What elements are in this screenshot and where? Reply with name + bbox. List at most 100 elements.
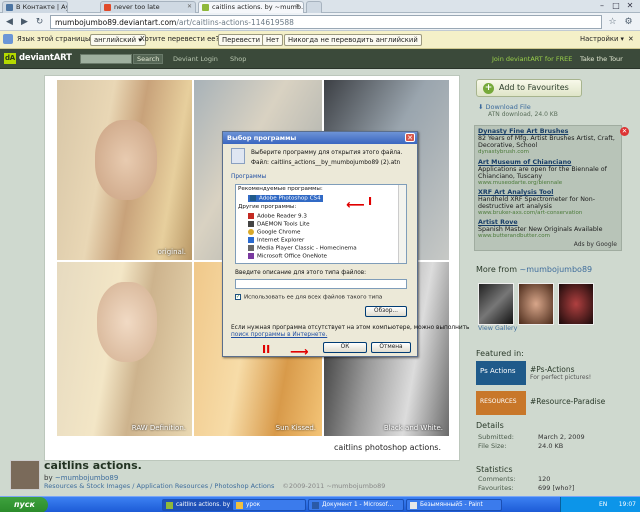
- gallery-thumb[interactable]: [558, 283, 594, 325]
- deviant-login-link[interactable]: Deviant Login: [173, 55, 218, 63]
- search-input[interactable]: [80, 54, 132, 64]
- caption-raw: RAW Definition.: [131, 424, 186, 432]
- author-link[interactable]: ~mumbojumbo89: [55, 474, 119, 482]
- by-label: by: [44, 474, 53, 482]
- file-name: caitlins_actions__by_mumbojumbo89 (2).at…: [271, 160, 401, 166]
- dialog-title: Выбор программы: [223, 132, 417, 144]
- add-to-favourites-button[interactable]: + Add to Favourites: [476, 79, 582, 97]
- lang-label: Язык этой страницы: [17, 35, 91, 43]
- program-internet-explorer[interactable]: Internet Explorer: [248, 237, 304, 244]
- more-from-user-link[interactable]: ~mumbojumbo89: [520, 265, 593, 274]
- tab-caitlins-actions[interactable]: caitlins actions. by ~mumb… ✕: [198, 1, 304, 13]
- language-value: английский: [94, 36, 137, 44]
- close-infobar-icon[interactable]: ✕: [628, 34, 634, 46]
- settings-menu[interactable]: Настройки ▾: [580, 34, 624, 46]
- more-from-label: More from: [476, 265, 517, 274]
- category-path[interactable]: Resources & Stock Images / Application R…: [44, 482, 274, 490]
- gallery-thumb[interactable]: [518, 283, 554, 325]
- deviantart-header: dA deviantART Search Deviant Login Shop J…: [0, 49, 640, 69]
- ok-button[interactable]: ОК: [323, 342, 367, 353]
- always-use-label: Использовать ее для всех файлов такого т…: [244, 294, 383, 301]
- program-daemon-tools[interactable]: DAEMON Tools Lite: [248, 221, 310, 228]
- avatar[interactable]: [10, 460, 40, 490]
- program-mpc[interactable]: Media Player Classic - Homecinema: [248, 245, 357, 252]
- detail-value: 24.0 KB: [538, 442, 564, 450]
- clock[interactable]: 19:07: [619, 501, 636, 508]
- tab-never-too-late[interactable]: never too late ✕: [100, 1, 196, 13]
- browse-button[interactable]: Обзор...: [365, 306, 407, 317]
- program-adobe-reader[interactable]: Adobe Reader 9.3: [248, 213, 307, 220]
- never-translate-button[interactable]: Никогда не переводить английский: [284, 34, 422, 46]
- program-photoshop[interactable]: Adobe Photoshop CS4: [248, 195, 323, 202]
- take-tour-link[interactable]: Take the Tour: [580, 55, 623, 63]
- wrench-icon[interactable]: ⚙: [622, 16, 635, 28]
- minimize-window-icon[interactable]: –: [596, 1, 608, 11]
- close-tab-icon[interactable]: ✕: [187, 3, 192, 10]
- taskbar-item-word[interactable]: Документ 1 - Microsof…: [308, 499, 404, 511]
- ad-title[interactable]: Art Museum of Chianciano: [478, 159, 620, 166]
- caption-original: original.: [157, 248, 186, 256]
- detail-key: File Size:: [478, 442, 507, 450]
- ad-title[interactable]: Dynasty Fine Art Brushes: [478, 128, 620, 135]
- ad-url: www.bruker-axs.com/art-conservation: [478, 210, 583, 216]
- description-input[interactable]: [235, 279, 407, 289]
- close-ads-icon[interactable]: ✕: [620, 127, 629, 136]
- back-arrow-icon[interactable]: ◀: [3, 16, 16, 28]
- photo-raw: RAW Definition.: [57, 262, 192, 436]
- close-tab-icon[interactable]: ✕: [295, 3, 300, 10]
- search-button[interactable]: Search: [133, 54, 164, 64]
- program-list[interactable]: Рекомендуемые программы: Adobe Photoshop…: [235, 184, 407, 264]
- program-chrome[interactable]: Google Chrome: [248, 229, 300, 236]
- always-use-checkbox[interactable]: ✓ Использовать ее для всех файлов такого …: [235, 294, 382, 301]
- help-text: Если нужная программа отсутствует на это…: [231, 325, 470, 331]
- program-label: Media Player Classic - Homecinema: [257, 245, 357, 252]
- ad-item[interactable]: Dynasty Fine Art Brushes 82 Years of Mfg.…: [478, 128, 620, 156]
- star-icon[interactable]: ☆: [606, 16, 619, 28]
- ad-item[interactable]: Art Museum of Chianciano Applications are…: [478, 159, 620, 187]
- ads-by-google[interactable]: Ads by Google: [574, 241, 617, 248]
- cancel-button[interactable]: Отмена: [371, 342, 411, 353]
- artwork-signature: caitlins photoshop actions.: [333, 443, 441, 452]
- other-group: Другие программы:: [238, 204, 297, 210]
- ad-item[interactable]: Artist Rove Spanish Master New Originals …: [478, 219, 620, 240]
- feature-name[interactable]: #Ps-Actions: [530, 365, 575, 374]
- logo-text: deviantART: [19, 53, 72, 63]
- stat-value[interactable]: 699 [who?]: [538, 484, 574, 492]
- gallery-thumb[interactable]: [478, 283, 514, 325]
- translate-button[interactable]: Перевести: [218, 34, 265, 46]
- tab-vkontakte[interactable]: В Контакте | Аудио: [2, 1, 68, 13]
- dialog-close-icon[interactable]: ✕: [405, 133, 415, 142]
- details-heading: Details: [476, 421, 504, 430]
- maximize-window-icon[interactable]: □: [610, 1, 622, 11]
- shop-link[interactable]: Shop: [230, 55, 246, 63]
- new-tab-button[interactable]: [306, 1, 322, 13]
- program-onenote[interactable]: Microsoft Office OneNote: [248, 253, 327, 260]
- view-gallery-link[interactable]: View Gallery: [478, 325, 517, 332]
- ps-actions-badge[interactable]: Ps Actions: [476, 361, 526, 385]
- taskbar-item-paint[interactable]: Безымянный5 - Paint: [406, 499, 502, 511]
- feature-ps-actions[interactable]: #Ps-Actions For perfect pictures!: [530, 365, 591, 381]
- resource-paradise-badge[interactable]: RESOURCES: [476, 391, 526, 415]
- language-select[interactable]: английский ▾: [90, 34, 146, 46]
- program-list-scrollbar[interactable]: [398, 185, 406, 263]
- reload-icon[interactable]: ↻: [33, 16, 46, 28]
- page-content: original. RAW Definition. Sun Kissed. Bl…: [0, 69, 640, 492]
- ad-title[interactable]: Artist Rove: [478, 219, 620, 226]
- dialog-prompt: Выберите программу для открытия этого фа…: [251, 150, 403, 156]
- close-window-icon[interactable]: ✕: [624, 1, 636, 11]
- download-link[interactable]: ⬇ Download File ATN download, 24.0 KB: [478, 103, 558, 118]
- join-link[interactable]: Join deviantART for FREE: [492, 55, 572, 63]
- forward-arrow-icon[interactable]: ▶: [18, 16, 31, 28]
- no-button[interactable]: Нет: [262, 34, 284, 46]
- address-bar[interactable]: mumbojumbo89.deviantart.com/art/caitlins…: [50, 15, 602, 29]
- language-indicator[interactable]: EN: [599, 501, 607, 508]
- ad-item[interactable]: XRF Art Analysis Tool Handheld XRF Spectr…: [478, 189, 620, 217]
- feature-resource-paradise[interactable]: #Resource-Paradise: [530, 397, 605, 406]
- ad-url: dynastybrush.com: [478, 149, 529, 155]
- search-web-link[interactable]: поиск программы в Интернете.: [231, 332, 327, 338]
- start-button[interactable]: пуск: [0, 497, 48, 512]
- deviantart-logo[interactable]: dA deviantART: [4, 53, 72, 64]
- ad-title[interactable]: XRF Art Analysis Tool: [478, 189, 620, 196]
- taskbar-item-folder[interactable]: урок: [232, 499, 306, 511]
- statistics-heading: Statistics: [476, 465, 513, 474]
